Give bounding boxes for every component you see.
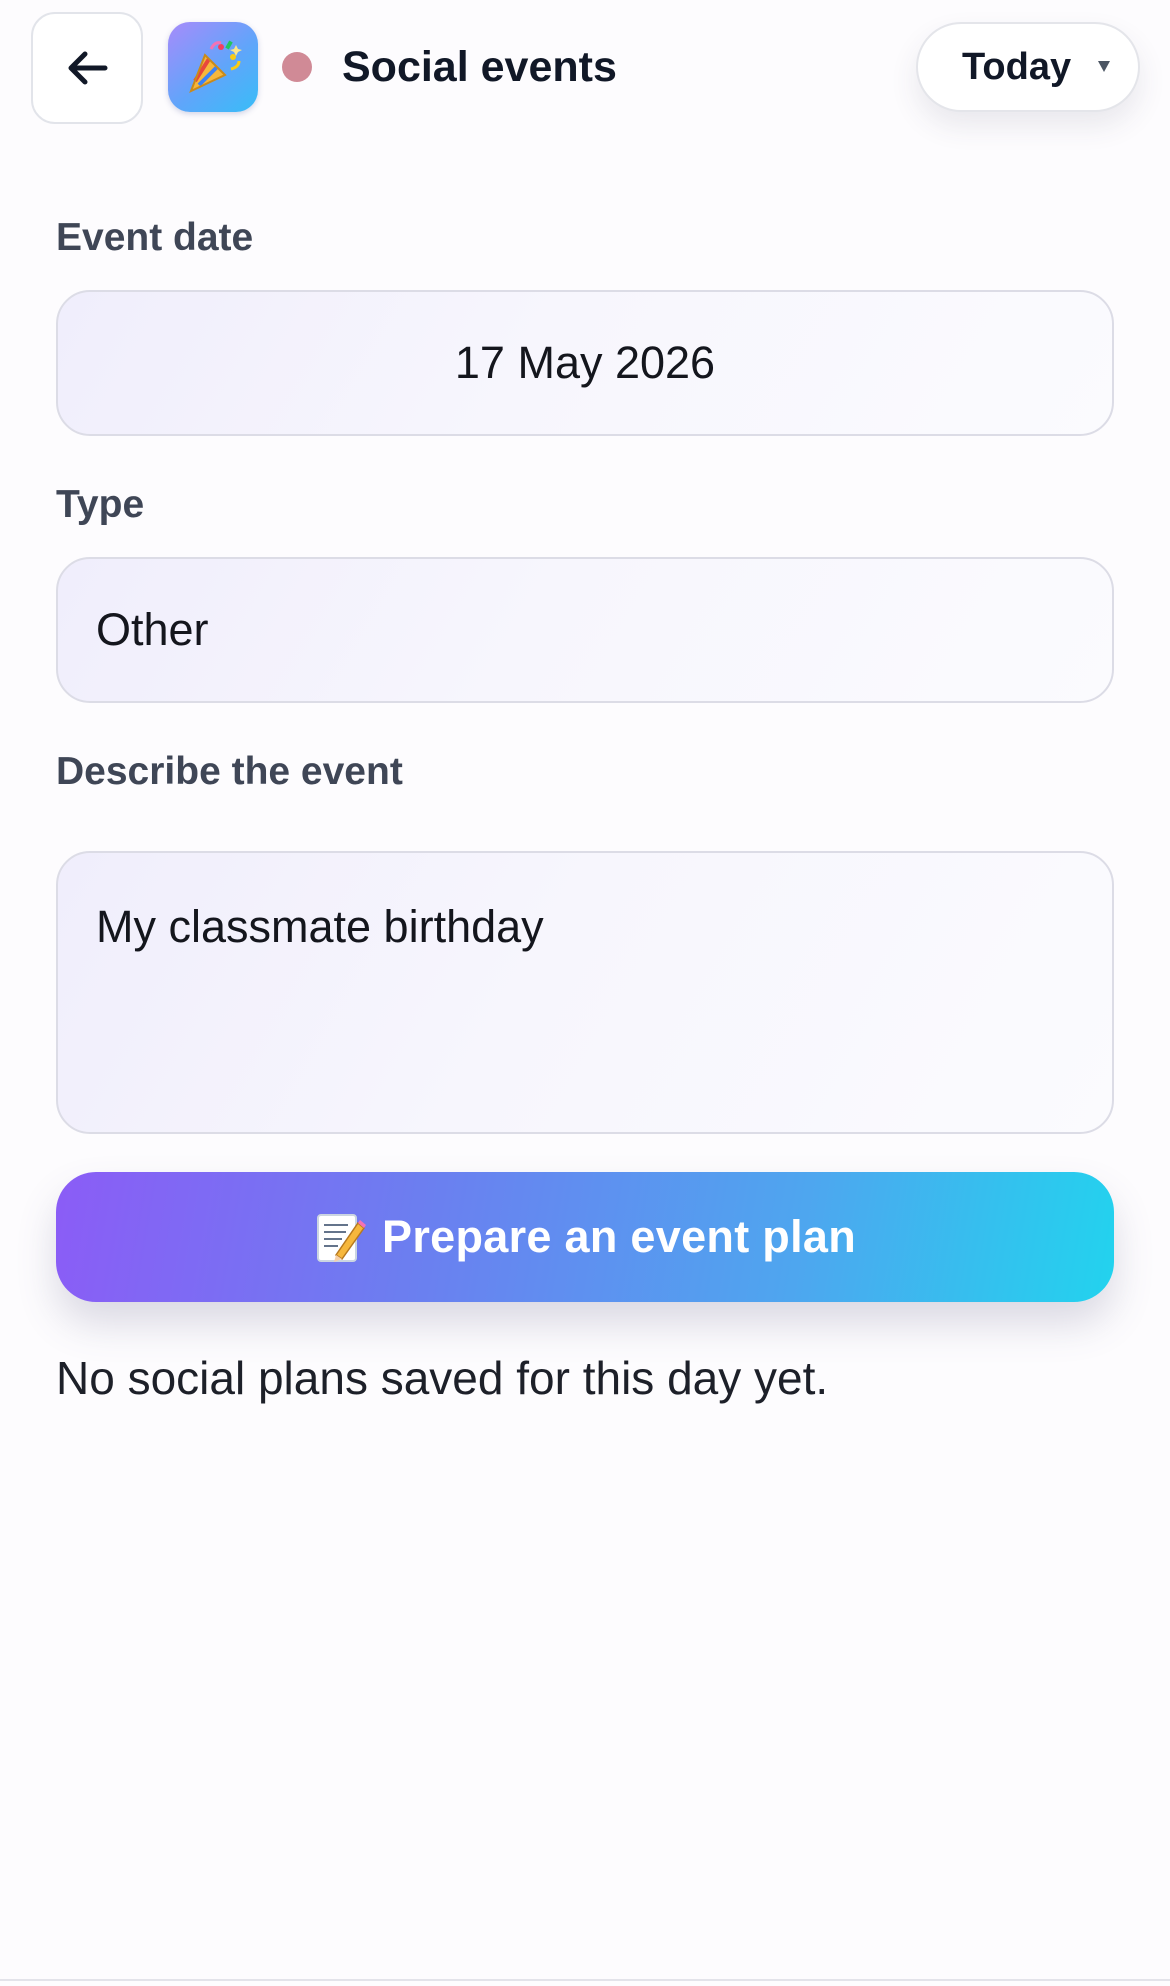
- description-textarea[interactable]: My classmate birthday: [56, 851, 1114, 1134]
- date-filter-dropdown[interactable]: Today: [916, 22, 1140, 112]
- arrow-left-icon: [68, 51, 108, 85]
- event-date-value: 17 May 2026: [454, 337, 716, 388]
- memo-icon: [317, 1214, 366, 1262]
- empty-state-message: No social plans saved for this day yet.: [56, 1352, 829, 1404]
- bottom-divider: [0, 1979, 1170, 1981]
- type-select[interactable]: Other: [56, 557, 1114, 703]
- page-title: Social events: [342, 43, 617, 91]
- description-value: My classmate birthday: [96, 901, 544, 952]
- event-date-field[interactable]: 17 May 2026: [56, 290, 1114, 436]
- prepare-event-plan-button[interactable]: Prepare an event plan: [56, 1172, 1114, 1302]
- status-indicator-dot: [282, 52, 312, 82]
- social-events-screen: Social events Today Event date 17 May 20…: [0, 0, 1170, 1986]
- date-filter-label: Today: [962, 45, 1072, 88]
- back-button[interactable]: [31, 12, 143, 124]
- party-popper-icon: [168, 22, 258, 112]
- type-value: Other: [96, 604, 209, 655]
- type-label: Type: [56, 483, 145, 526]
- prepare-event-plan-label: Prepare an event plan: [382, 1211, 856, 1262]
- description-label: Describe the event: [56, 750, 403, 793]
- chevron-down-icon: [1098, 61, 1110, 72]
- event-date-label: Event date: [56, 216, 254, 259]
